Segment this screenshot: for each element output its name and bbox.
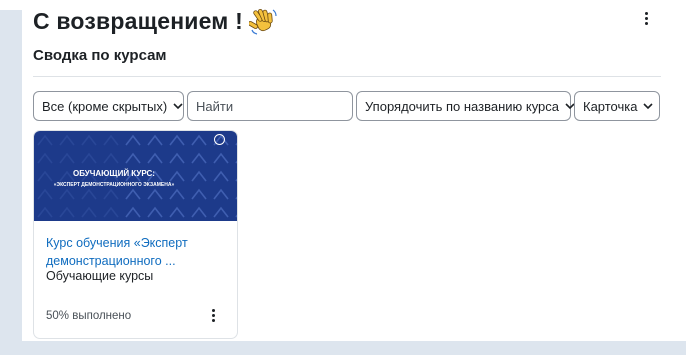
chevron-down-icon bbox=[167, 102, 183, 110]
search-placeholder: Найти bbox=[196, 98, 234, 114]
search-input[interactable]: Найти bbox=[187, 91, 353, 121]
course-card: ОБУЧАЮЩИЙ КУРС: «ЭКСПЕРТ ДЕМОНСТРАЦИОННО… bbox=[33, 130, 238, 339]
course-image[interactable]: ОБУЧАЮЩИЙ КУРС: «ЭКСПЕРТ ДЕМОНСТРАЦИОННО… bbox=[34, 131, 237, 221]
sort-dropdown-label: Упорядочить по названию курса bbox=[365, 98, 560, 114]
sort-dropdown[interactable]: Упорядочить по названию курса bbox=[356, 91, 575, 121]
page-heading: С возвращением ! bbox=[33, 6, 279, 36]
section-title: Сводка по курсам bbox=[33, 47, 167, 64]
view-dropdown[interactable]: Карточка bbox=[574, 91, 660, 121]
course-name-line: демонстрационного ... bbox=[46, 254, 176, 268]
course-progress: 50% выполнено bbox=[46, 310, 132, 322]
course-name-line: Курс обучения «Эксперт bbox=[46, 236, 188, 250]
course-image-subtitle: «ЭКСПЕРТ ДЕМОНСТРАЦИОННОГО ЭКЗАМЕНА» bbox=[53, 182, 175, 188]
course-category: Обучающие курсы bbox=[46, 269, 154, 283]
divider bbox=[33, 76, 661, 77]
kebab-menu-icon[interactable] bbox=[206, 305, 220, 325]
chevron-down-icon bbox=[559, 102, 575, 110]
view-dropdown-label: Карточка bbox=[583, 98, 638, 114]
kebab-menu-icon[interactable] bbox=[636, 8, 656, 28]
course-image-title: ОБУЧАЮЩИЙ КУРС: bbox=[73, 169, 155, 178]
background-strip bbox=[0, 10, 7, 153]
chevron-down-icon bbox=[637, 102, 654, 110]
logo-icon bbox=[214, 134, 225, 145]
grouping-dropdown[interactable]: Все (кроме скрытых) bbox=[33, 91, 184, 121]
course-name-link[interactable]: Курс обучения «Эксперт демонстрационного… bbox=[46, 234, 231, 270]
page-title: С возвращением ! bbox=[33, 7, 243, 34]
waving-hand-icon bbox=[247, 6, 279, 36]
grouping-dropdown-label: Все (кроме скрытых) bbox=[42, 98, 168, 114]
